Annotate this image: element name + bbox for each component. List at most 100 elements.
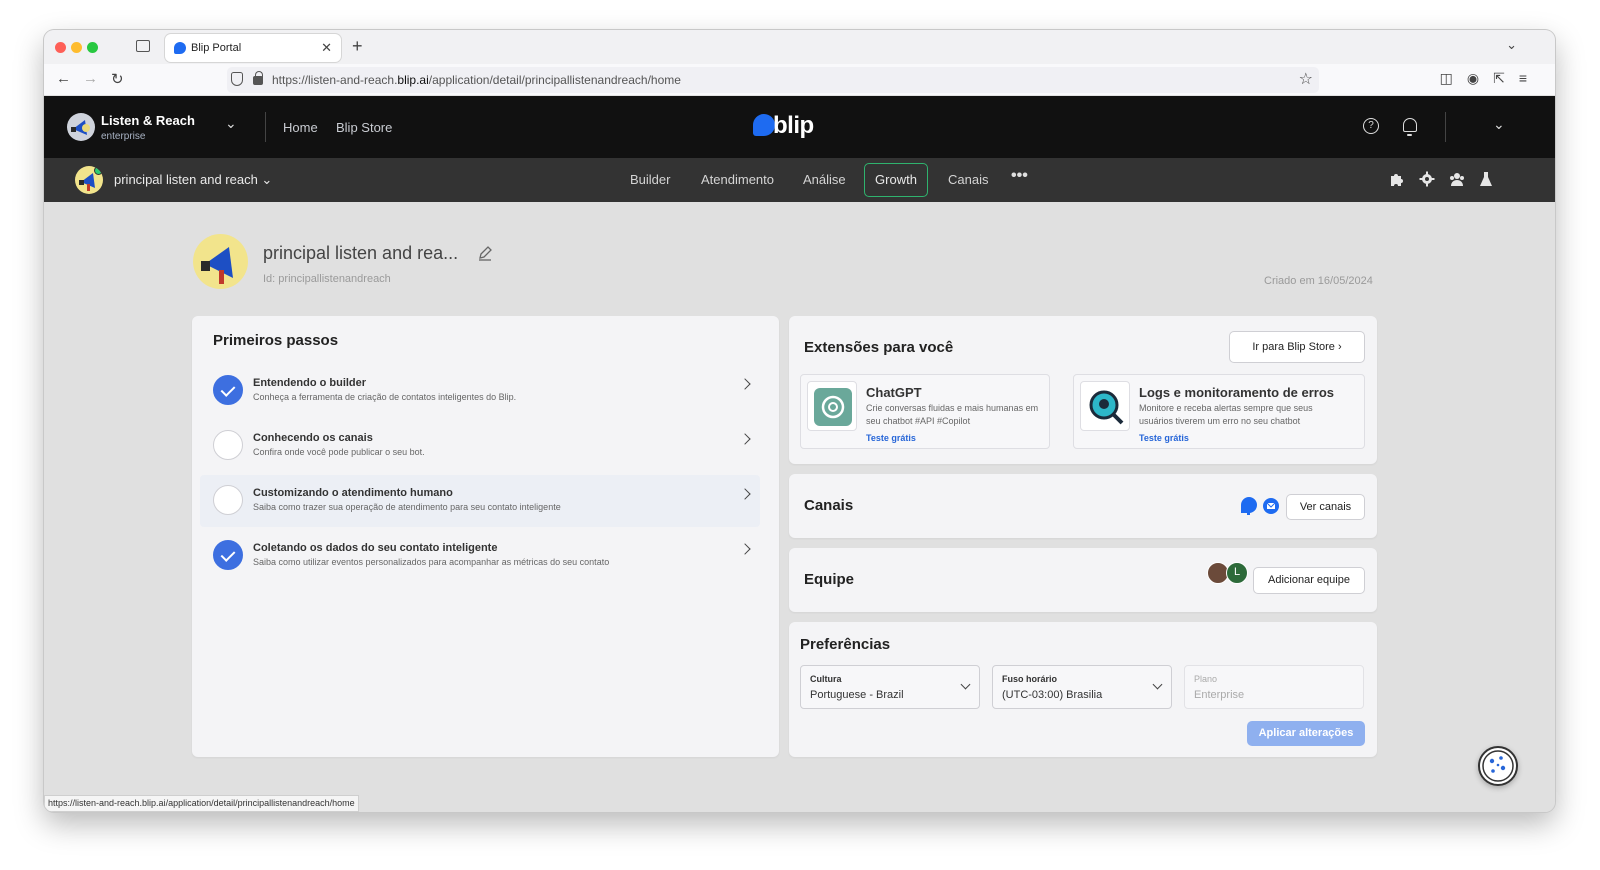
- app-top-nav: Listen & Reach enterprise ⌄ Home Blip St…: [44, 96, 1555, 158]
- preferences-title: Preferências: [800, 636, 891, 653]
- culture-select[interactable]: Cultura Portuguese - Brazil: [800, 665, 980, 709]
- tab-title: Blip Portal: [191, 42, 242, 54]
- tab-overview-icon[interactable]: [136, 40, 150, 52]
- field-label: Cultura: [810, 674, 842, 684]
- status-bar-url: https://listen-and-reach.blip.ai/applica…: [44, 795, 359, 812]
- nav-link-home[interactable]: Home: [283, 120, 318, 135]
- try-free-link[interactable]: Teste grátis: [866, 433, 916, 443]
- tenant-plan: enterprise: [101, 131, 146, 142]
- add-team-button[interactable]: Adicionar equipe: [1253, 567, 1365, 594]
- notification-bell-icon[interactable]: [1403, 118, 1417, 136]
- step-item-dados[interactable]: Coletando os dados do seu contato inteli…: [200, 530, 760, 582]
- view-channels-button[interactable]: Ver canais: [1286, 494, 1365, 520]
- step-item-builder[interactable]: Entendendo o builder Conheça a ferrament…: [200, 365, 760, 417]
- page-content: principal listen and rea... Id: principa…: [44, 202, 1555, 812]
- first-steps-title: Primeiros passos: [213, 332, 339, 349]
- go-to-blip-store-button[interactable]: Ir para Blip Store ›: [1229, 331, 1365, 363]
- extension-title: Logs e monitoramento de erros: [1139, 385, 1335, 400]
- divider: [265, 112, 266, 142]
- browser-nav-bar: ← → ↻ https://listen-and-reach.blip.ai/a…: [44, 64, 1555, 96]
- flask-labs-icon[interactable]: [1478, 171, 1494, 187]
- step-item-atendimento[interactable]: Customizando o atendimento humano Saiba …: [200, 475, 760, 527]
- online-status-dot: [94, 166, 103, 175]
- browser-tab[interactable]: Blip Portal ✕: [165, 34, 341, 62]
- tenant-avatar[interactable]: [67, 113, 95, 141]
- extension-title: ChatGPT: [866, 385, 922, 400]
- chevron-down-icon: [1152, 679, 1163, 690]
- team-users-icon[interactable]: [1449, 171, 1465, 187]
- maximize-window-button[interactable]: [87, 42, 98, 53]
- gear-settings-icon[interactable]: [1419, 171, 1435, 187]
- address-bar[interactable]: https://listen-and-reach.blip.ai/applica…: [227, 67, 1319, 93]
- plan-field: Plano Enterprise: [1184, 665, 1364, 709]
- chevron-right-icon: [739, 433, 751, 445]
- forward-arrow-icon[interactable]: →: [83, 70, 98, 87]
- close-tab-icon[interactable]: ✕: [321, 40, 332, 56]
- tab-list-chevron-icon[interactable]: ⌄: [1506, 37, 1517, 53]
- field-label: Plano: [1194, 674, 1218, 684]
- tab-growth[interactable]: Growth: [864, 163, 928, 197]
- step-check-icon: [213, 375, 243, 405]
- cookie-consent-icon[interactable]: [1478, 746, 1518, 786]
- bot-avatar[interactable]: [75, 166, 103, 194]
- blip-bubble-icon: [753, 114, 775, 136]
- tab-analise[interactable]: Análise: [803, 172, 846, 187]
- extension-description: Monitore e receba alertas sempre que seu…: [1139, 403, 1313, 426]
- tab-canais[interactable]: Canais: [948, 172, 988, 187]
- first-steps-card: Primeiros passos Entendendo o builder Co…: [192, 316, 779, 757]
- try-free-link[interactable]: Teste grátis: [1139, 433, 1189, 443]
- tenant-chevron-down-icon[interactable]: ⌄: [225, 115, 237, 132]
- extensions-card: Extensões para você Ir para Blip Store ›…: [789, 316, 1377, 464]
- extension-card-logs[interactable]: Logs e monitoramento de erros Monitore e…: [1073, 374, 1365, 449]
- tenant-name[interactable]: Listen & Reach: [101, 113, 195, 128]
- step-description: Saiba como trazer sua operação de atendi…: [253, 502, 561, 512]
- step-title: Conhecendo os canais: [253, 432, 373, 444]
- step-item-canais[interactable]: Conhecendo os canais Confira onde você p…: [200, 420, 760, 472]
- email-channel-icon: [1263, 498, 1279, 514]
- blip-wordmark: blip: [773, 112, 814, 139]
- pencil-edit-icon[interactable]: [477, 245, 493, 261]
- channels-card: Canais Ver canais: [789, 474, 1377, 538]
- team-card: Equipe L Adicionar equipe: [789, 548, 1377, 612]
- blip-favicon-icon: [174, 42, 186, 54]
- step-title: Customizando o atendimento humano: [253, 487, 453, 499]
- nav-link-blip-store[interactable]: Blip Store: [336, 120, 392, 135]
- tracking-shield-icon[interactable]: [231, 72, 243, 86]
- more-options-icon[interactable]: •••: [1011, 167, 1028, 185]
- tab-atendimento[interactable]: Atendimento: [701, 172, 774, 187]
- browser-window: Blip Portal ✕ + ⌄ ← → ↻ https://listen-a…: [44, 30, 1555, 812]
- logs-monitoring-logo-icon: [1080, 381, 1130, 431]
- tab-builder[interactable]: Builder: [630, 172, 670, 187]
- bot-id: Id: principallistenandreach: [263, 273, 391, 285]
- user-menu-chevron-down-icon[interactable]: ⌄: [1493, 116, 1505, 133]
- field-label: Fuso horário: [1002, 674, 1058, 684]
- chevron-right-icon: [739, 543, 751, 555]
- step-circle-icon: [213, 430, 243, 460]
- apply-changes-button[interactable]: Aplicar alterações: [1247, 721, 1365, 746]
- extension-description: Crie conversas fluidas e mais humanas em…: [866, 403, 1039, 426]
- close-window-button[interactable]: [55, 42, 66, 53]
- chevron-right-icon: [739, 488, 751, 500]
- reload-icon[interactable]: ↻: [111, 70, 124, 88]
- team-member-avatar: L: [1226, 562, 1248, 584]
- back-arrow-icon[interactable]: ←: [56, 70, 71, 87]
- step-description: Confira onde você pode publicar o seu bo…: [253, 447, 425, 457]
- extension-card-chatgpt[interactable]: ChatGPT Crie conversas fluidas e mais hu…: [800, 374, 1050, 449]
- url-text[interactable]: https://listen-and-reach.blip.ai/applica…: [272, 73, 681, 87]
- timezone-select[interactable]: Fuso horário (UTC-03:00) Brasilia: [992, 665, 1172, 709]
- bookmark-star-icon[interactable]: ☆: [1299, 69, 1313, 89]
- extensions-title: Extensões para você: [804, 339, 954, 356]
- divider: [1445, 112, 1446, 142]
- browser-toolbar-icons[interactable]: ◫◉⇱≡: [1440, 70, 1541, 87]
- blip-chat-channel-icon: [1241, 497, 1257, 515]
- help-icon[interactable]: ?: [1363, 118, 1379, 134]
- new-tab-button[interactable]: +: [352, 36, 363, 57]
- lock-icon[interactable]: [253, 71, 263, 85]
- team-title: Equipe: [804, 571, 855, 588]
- step-title: Entendendo o builder: [253, 377, 367, 389]
- puzzle-extensions-icon[interactable]: [1389, 171, 1405, 187]
- bot-sub-nav: principal listen and reach ⌄ Builder Ate…: [44, 158, 1555, 202]
- bot-selector[interactable]: principal listen and reach ⌄: [114, 172, 272, 188]
- minimize-window-button[interactable]: [71, 42, 82, 53]
- step-description: Conheça a ferramenta de criação de conta…: [253, 392, 517, 402]
